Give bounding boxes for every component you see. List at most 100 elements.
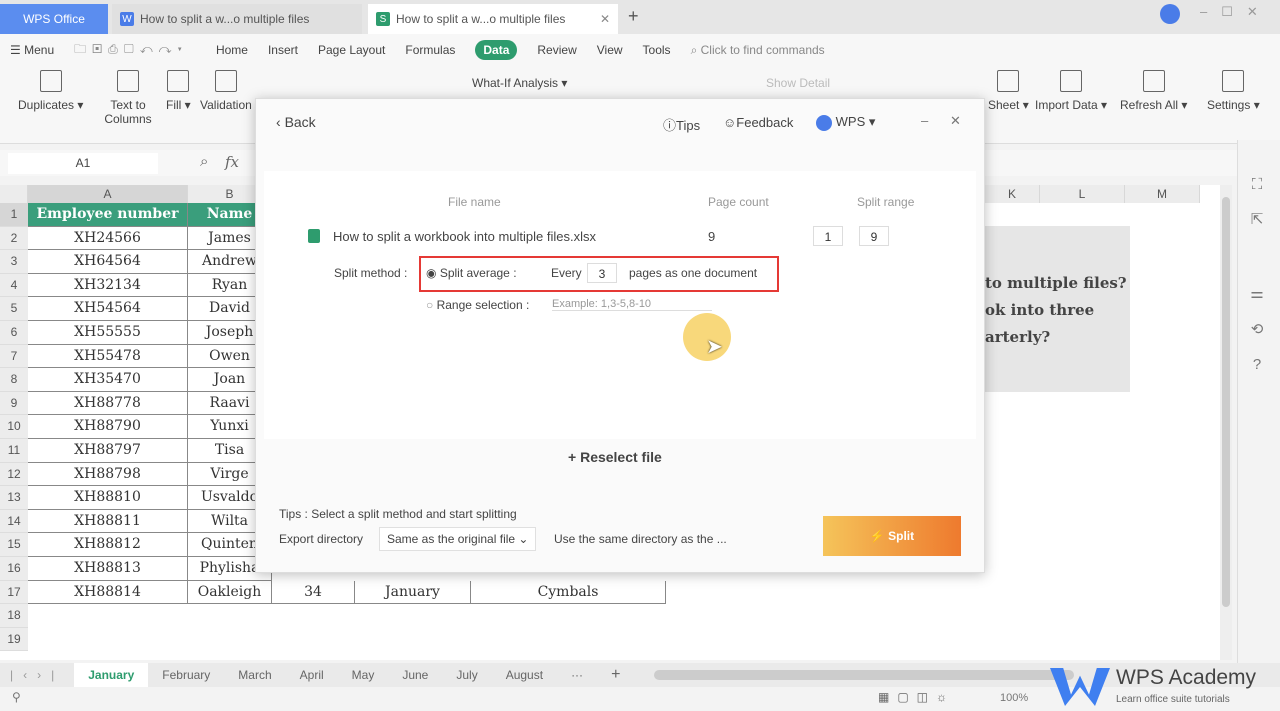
row-header[interactable]: 7 [0,344,28,369]
split-average-radio[interactable]: ◉ Split average : [426,266,517,280]
row-header[interactable]: 4 [0,273,28,298]
row-header[interactable]: 16 [0,557,28,581]
sliders-icon[interactable]: ⚌ [1248,284,1266,302]
row-header[interactable]: 5 [0,297,28,321]
close-button[interactable]: ✕ [950,113,961,129]
row-header[interactable]: 17 [0,580,28,605]
row-header[interactable]: 14 [0,509,28,534]
range-from-input[interactable]: 1 [813,226,843,246]
quick-access-icons[interactable]: 🗀▣⎙▢↶↷▾ [74,40,188,61]
menu-review[interactable]: Review [537,43,576,57]
row-header[interactable]: 10 [0,415,28,439]
table-cell[interactable]: XH88798 [28,462,188,487]
tab-wps-office[interactable]: WPS Office [0,4,108,34]
export-directory-select[interactable]: Same as the original file ⌄ [379,527,537,551]
table-cell[interactable]: XH88797 [28,439,188,463]
tab-document-spreadsheet[interactable]: S How to split a w...o multiple files ✕ [368,4,618,34]
macro-icon[interactable]: ⚲ [12,690,21,704]
row-header[interactable]: 9 [0,391,28,416]
account-icon[interactable] [1160,4,1180,24]
select-all-corner[interactable] [0,185,28,203]
row-header[interactable]: 13 [0,486,28,510]
table-cell[interactable]: XH88778 [28,391,188,416]
text-to-columns-button[interactable]: Text to Columns [100,70,156,126]
row-header[interactable]: 8 [0,368,28,392]
table-cell[interactable]: XH35470 [28,368,188,392]
cursor-icon[interactable]: ⇱ [1248,210,1266,228]
range-selection-radio[interactable]: ○ Range selection : [426,298,529,312]
window-controls[interactable]: –☐✕ [1200,4,1272,20]
zoom-icon[interactable]: ⌕ [200,153,208,170]
table-cell[interactable]: XH88790 [28,415,188,439]
scrollbar-thumb[interactable] [1222,197,1230,607]
tips-button[interactable]: ⓘTips [663,115,700,134]
row-header[interactable]: 1 [0,203,28,227]
menu-data[interactable]: Data [475,40,518,60]
tab-document-writer[interactable]: W How to split a w...o multiple files [112,4,362,34]
table-cell[interactable]: XH88814 [28,580,188,605]
table-cell[interactable]: XH55478 [28,344,188,369]
menu-page-layout[interactable]: Page Layout [318,43,385,57]
column-header-k[interactable]: K [985,185,1040,203]
row-header[interactable]: 15 [0,533,28,557]
settings-button[interactable]: Settings ▾ [1207,70,1260,112]
table-cell[interactable]: XH54564 [28,297,188,321]
sheet-nav-arrows[interactable]: |‹›| [0,668,74,682]
column-header-m[interactable]: M [1125,185,1200,203]
table-cell[interactable]: Oakleigh [188,580,272,605]
command-search[interactable]: ⌕ Click to find commands [691,43,825,58]
zoom-level[interactable]: 100% [1000,692,1028,704]
sheet-tab-january[interactable]: January [74,663,149,687]
feedback-button[interactable]: ☺Feedback [723,115,793,130]
reselect-file-button[interactable]: + Reselect file [568,449,662,465]
crop-icon[interactable]: ⛶ [1248,176,1266,194]
back-button[interactable]: ‹ Back [276,114,316,130]
add-sheet-button[interactable]: + [597,663,634,687]
fill-button[interactable]: Fill ▾ [166,70,191,112]
sheet-tab-march[interactable]: March [224,663,285,687]
table-cell[interactable]: XH64564 [28,250,188,274]
text-box[interactable]: to multiple files? ok into three arterly… [985,226,1130,392]
sheet-tab-august[interactable]: August [492,663,557,687]
close-icon[interactable]: ✕ [600,12,610,26]
table-cell[interactable]: XH88813 [28,557,188,581]
function-icon[interactable]: fx [225,153,239,171]
what-if-analysis-button[interactable]: What-If Analysis ▾ [472,76,567,90]
sheet-tab-may[interactable]: May [338,663,389,687]
import-data-button[interactable]: Import Data ▾ [1035,70,1107,112]
row-header[interactable]: 3 [0,250,28,274]
menu-formulas[interactable]: Formulas [405,43,455,57]
menu-button[interactable]: ☰ Menu [10,43,54,57]
sheet-tab-april[interactable]: April [286,663,338,687]
column-header-a[interactable]: A [28,185,188,203]
sheet-tab-february[interactable]: February [148,663,224,687]
validation-button[interactable]: Validation [200,70,252,112]
table-cell[interactable]: Cymbals [471,580,666,605]
menu-home[interactable]: Home [216,43,248,57]
row-header[interactable]: 2 [0,226,28,251]
row-header[interactable]: 19 [0,627,28,652]
table-cell[interactable]: 34 [272,580,355,605]
table-cell[interactable]: XH24566 [28,226,188,251]
table-cell[interactable]: XH88811 [28,509,188,534]
sheet-button[interactable]: Sheet ▾ [988,70,1029,112]
refresh-all-button[interactable]: Refresh All ▾ [1120,70,1187,112]
row-header[interactable]: 12 [0,462,28,487]
header-cell[interactable]: Employee number [28,203,188,227]
menu-insert[interactable]: Insert [268,43,298,57]
remove-duplicates-button[interactable]: Duplicates ▾ [18,70,83,112]
name-box[interactable]: A1 [8,153,158,174]
show-detail-button[interactable]: Show Detail [766,76,830,90]
table-cell[interactable]: XH88812 [28,533,188,557]
split-button[interactable]: ⚡ Split [823,516,961,556]
pages-per-document-input[interactable]: 3 [587,263,617,283]
menu-view[interactable]: View [597,43,623,57]
column-header-l[interactable]: L [1040,185,1125,203]
vertical-scrollbar[interactable] [1220,185,1232,660]
help-icon[interactable]: ? [1248,356,1266,374]
minimize-button[interactable]: – [921,113,928,128]
table-cell[interactable]: January [355,580,471,605]
new-tab-button[interactable]: + [628,6,639,27]
view-mode-icons[interactable]: ▦▢◫☼ [878,690,955,704]
row-header[interactable]: 6 [0,321,28,345]
